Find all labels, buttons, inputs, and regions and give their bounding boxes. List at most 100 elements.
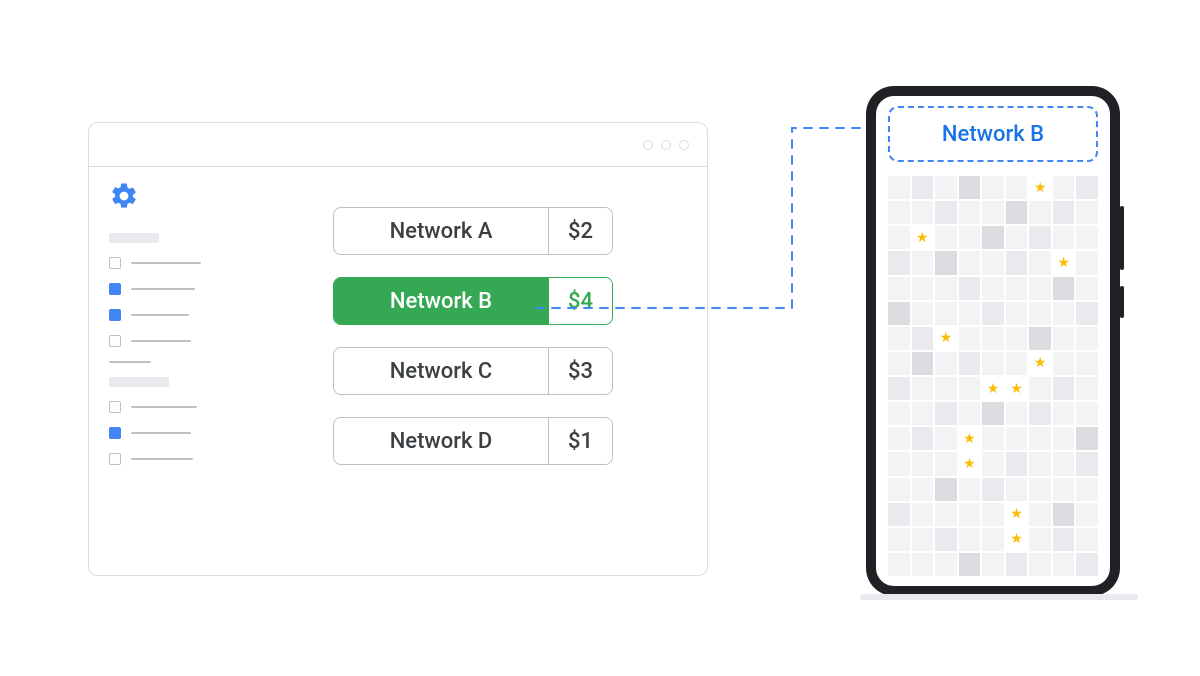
grid-cell bbox=[959, 251, 981, 274]
grid-cell bbox=[1053, 503, 1075, 526]
grid-cell bbox=[982, 176, 1004, 199]
phone-screen: Network B ★★★★★★★★★★★ bbox=[876, 96, 1110, 586]
grid-cell bbox=[1029, 327, 1051, 350]
sidebar-heading-placeholder bbox=[109, 233, 159, 243]
grid-cell bbox=[982, 553, 1004, 576]
sidebar-item-label-placeholder bbox=[131, 340, 191, 342]
grid-cell bbox=[1076, 528, 1098, 551]
grid-cell bbox=[1053, 402, 1075, 425]
network-row[interactable]: Network D$1 bbox=[333, 417, 613, 465]
grid-cell bbox=[935, 427, 957, 450]
grid-cell bbox=[959, 201, 981, 224]
grid-cell bbox=[912, 251, 934, 274]
phone-banner-label: Network B bbox=[942, 122, 1044, 147]
gear-icon bbox=[109, 181, 225, 215]
sidebar-item bbox=[109, 309, 225, 321]
grid-cell bbox=[1053, 528, 1075, 551]
phone-shadow bbox=[860, 594, 1138, 600]
grid-cell bbox=[1053, 452, 1075, 475]
sidebar-item bbox=[109, 427, 225, 439]
grid-cell bbox=[912, 302, 934, 325]
grid-cell bbox=[1006, 478, 1028, 501]
grid-cell bbox=[935, 352, 957, 375]
window-control-dot bbox=[643, 140, 653, 150]
grid-cell bbox=[1029, 251, 1051, 274]
browser-body: Network A$2Network B$4Network C$3Network… bbox=[89, 167, 707, 575]
checkbox-checked-icon bbox=[109, 283, 121, 295]
grid-cell bbox=[888, 176, 910, 199]
grid-cell bbox=[935, 302, 957, 325]
grid-cell bbox=[888, 402, 910, 425]
grid-cell bbox=[912, 503, 934, 526]
grid-cell bbox=[912, 452, 934, 475]
grid-cell bbox=[1029, 553, 1051, 576]
grid-cell bbox=[935, 402, 957, 425]
grid-cell bbox=[1076, 553, 1098, 576]
checkbox-empty-icon bbox=[109, 401, 121, 413]
grid-cell bbox=[1053, 201, 1075, 224]
grid-cell bbox=[1076, 176, 1098, 199]
grid-cell bbox=[888, 201, 910, 224]
grid-cell bbox=[1076, 277, 1098, 300]
grid-cell bbox=[959, 226, 981, 249]
grid-cell bbox=[888, 302, 910, 325]
checkbox-checked-icon bbox=[109, 309, 121, 321]
star-icon: ★ bbox=[912, 226, 934, 249]
grid-cell bbox=[1029, 478, 1051, 501]
network-row[interactable]: Network C$3 bbox=[333, 347, 613, 395]
grid-cell bbox=[1076, 377, 1098, 400]
grid-cell bbox=[1006, 402, 1028, 425]
grid-cell bbox=[1053, 553, 1075, 576]
grid-cell bbox=[1006, 226, 1028, 249]
grid-cell bbox=[1076, 427, 1098, 450]
star-icon: ★ bbox=[1029, 176, 1051, 199]
sidebar-item bbox=[109, 257, 225, 269]
grid-cell bbox=[982, 528, 1004, 551]
grid-cell bbox=[912, 478, 934, 501]
grid-cell bbox=[1076, 452, 1098, 475]
sidebar-item bbox=[109, 283, 225, 295]
grid-cell bbox=[982, 302, 1004, 325]
grid-cell bbox=[888, 226, 910, 249]
grid-cell bbox=[888, 251, 910, 274]
star-icon: ★ bbox=[1006, 377, 1028, 400]
grid-cell bbox=[1006, 327, 1028, 350]
grid-cell bbox=[959, 503, 981, 526]
grid-cell bbox=[888, 427, 910, 450]
phone-content-grid: ★★★★★★★★★★★ bbox=[888, 176, 1098, 576]
grid-cell bbox=[888, 528, 910, 551]
grid-cell bbox=[1006, 176, 1028, 199]
network-row[interactable]: Network A$2 bbox=[333, 207, 613, 255]
grid-cell bbox=[1029, 302, 1051, 325]
checkbox-empty-icon bbox=[109, 257, 121, 269]
network-price: $2 bbox=[548, 208, 612, 254]
grid-cell bbox=[1076, 478, 1098, 501]
sidebar bbox=[89, 167, 239, 575]
sidebar-item bbox=[109, 401, 225, 413]
star-icon: ★ bbox=[1006, 528, 1028, 551]
network-name: Network C bbox=[334, 348, 548, 394]
grid-cell bbox=[959, 176, 981, 199]
grid-cell bbox=[912, 553, 934, 576]
grid-cell bbox=[1076, 352, 1098, 375]
network-row[interactable]: Network B$4 bbox=[333, 277, 613, 325]
grid-cell bbox=[959, 277, 981, 300]
grid-cell bbox=[959, 327, 981, 350]
sidebar-divider bbox=[109, 361, 151, 363]
grid-cell bbox=[912, 402, 934, 425]
grid-cell bbox=[1053, 176, 1075, 199]
grid-cell bbox=[912, 277, 934, 300]
grid-cell bbox=[982, 251, 1004, 274]
sidebar-item bbox=[109, 453, 225, 465]
browser-titlebar bbox=[89, 123, 707, 167]
star-icon: ★ bbox=[1029, 352, 1051, 375]
grid-cell bbox=[912, 176, 934, 199]
grid-cell bbox=[912, 352, 934, 375]
grid-cell bbox=[982, 452, 1004, 475]
grid-cell bbox=[935, 528, 957, 551]
grid-cell bbox=[959, 478, 981, 501]
grid-cell bbox=[888, 452, 910, 475]
window-control-dot bbox=[679, 140, 689, 150]
grid-cell bbox=[912, 327, 934, 350]
sidebar-item bbox=[109, 335, 225, 347]
